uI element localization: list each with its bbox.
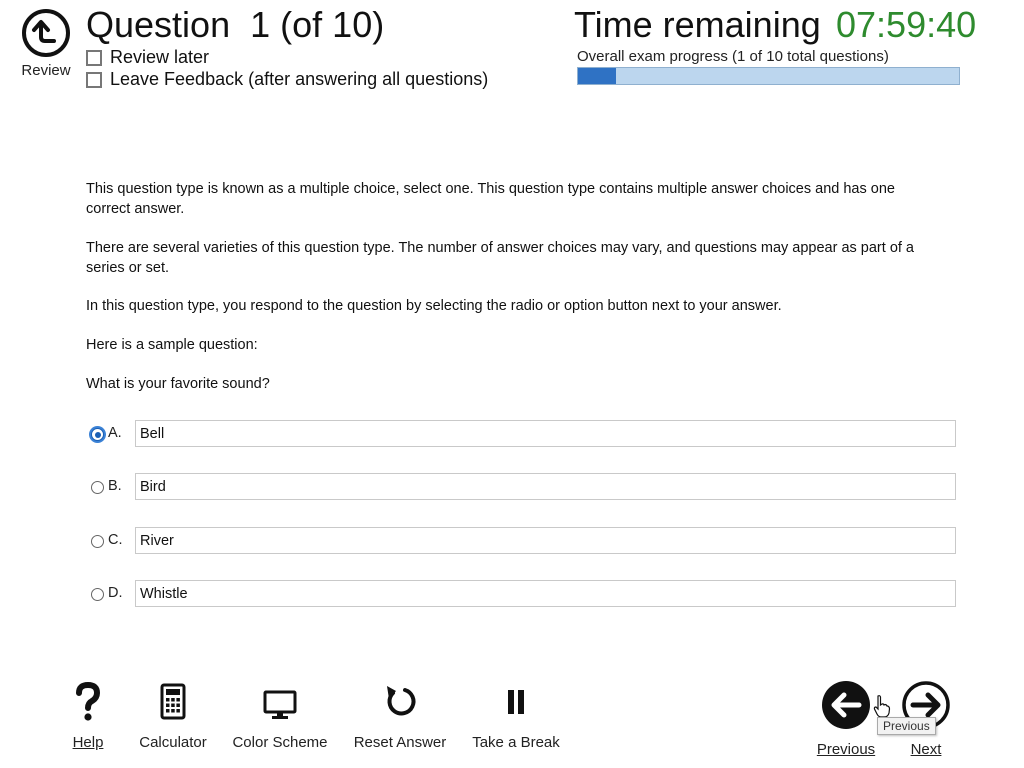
answer-option-b[interactable]: B. Bird	[88, 473, 958, 503]
previous-button[interactable]: Previous	[816, 680, 876, 758]
option-letter: A.	[108, 425, 122, 441]
help-label: Help	[72, 734, 104, 751]
option-text-box[interactable]: Bell	[135, 420, 956, 447]
exam-progress-bar	[577, 67, 960, 85]
reset-icon	[387, 686, 416, 716]
previous-tooltip: Previous	[877, 717, 936, 735]
progress-label: Overall exam progress (1 of 10 total que…	[577, 48, 889, 65]
question-of: (of 10)	[280, 4, 385, 45]
option-d-radio[interactable]	[91, 588, 104, 601]
calculator-label: Calculator	[139, 734, 207, 751]
question-paragraph: Here is a sample question:	[86, 337, 258, 353]
option-letter: D.	[108, 585, 123, 601]
option-a-radio[interactable]	[91, 428, 104, 441]
review-later-label: Review later	[110, 47, 210, 67]
time-remaining-label: Time remaining	[574, 4, 821, 45]
option-text-box[interactable]: Bird	[135, 473, 956, 500]
question-number: 1	[250, 4, 271, 45]
option-letter: B.	[108, 478, 122, 494]
option-b-radio[interactable]	[91, 481, 104, 494]
question-mark-icon	[76, 682, 101, 721]
next-label: Next	[910, 741, 942, 758]
option-text-box[interactable]: Whistle	[135, 580, 956, 607]
question-stem: What is your favorite sound?	[86, 376, 270, 392]
pause-icon	[508, 690, 524, 714]
option-text-box[interactable]: River	[135, 527, 956, 554]
review-arrow-icon	[22, 9, 70, 57]
help-button[interactable]: Help	[68, 682, 108, 751]
leave-feedback-label: Leave Feedback (after answering all ques…	[110, 69, 489, 89]
review-label: Review	[21, 62, 71, 79]
exam-progress-fill	[578, 68, 617, 84]
reset-answer-label: Reset Answer	[353, 734, 447, 751]
arrow-left-icon	[822, 681, 870, 729]
question-word: Question	[86, 4, 231, 45]
reset-answer-button[interactable]: Reset Answer	[350, 682, 450, 751]
review-later-box[interactable]	[86, 49, 102, 66]
leave-feedback-box[interactable]	[86, 71, 102, 88]
option-c-radio[interactable]	[91, 535, 104, 548]
take-a-break-button[interactable]: Take a Break	[470, 682, 562, 751]
color-scheme-label: Color Scheme	[232, 734, 328, 751]
question-paragraph: In this question type, you respond to th…	[86, 298, 782, 314]
leave-feedback-checkbox[interactable]: Leave Feedback (after answering all ques…	[86, 69, 488, 90]
question-paragraph: This question type is known as a multipl…	[86, 181, 895, 217]
answer-option-c[interactable]: C. River	[88, 527, 958, 557]
question-paragraph: There are several varieties of this ques…	[86, 240, 915, 276]
answer-option-a[interactable]: A. Bell	[88, 420, 958, 450]
review-button[interactable]: Review	[20, 8, 72, 80]
answer-option-d[interactable]: D. Whistle	[88, 580, 958, 610]
time-remaining-value: 07:59:40	[836, 4, 977, 45]
review-later-checkbox[interactable]: Review later	[86, 47, 209, 68]
monitor-icon	[263, 690, 297, 719]
calculator-icon	[160, 683, 186, 720]
previous-label: Previous	[816, 741, 876, 758]
option-letter: C.	[108, 532, 123, 548]
hand-cursor-icon	[873, 695, 891, 718]
take-a-break-label: Take a Break	[472, 734, 560, 751]
color-scheme-button[interactable]: Color Scheme	[230, 682, 330, 751]
calculator-button[interactable]: Calculator	[136, 682, 210, 751]
question-title: Question 1 (of 10)	[86, 4, 384, 46]
